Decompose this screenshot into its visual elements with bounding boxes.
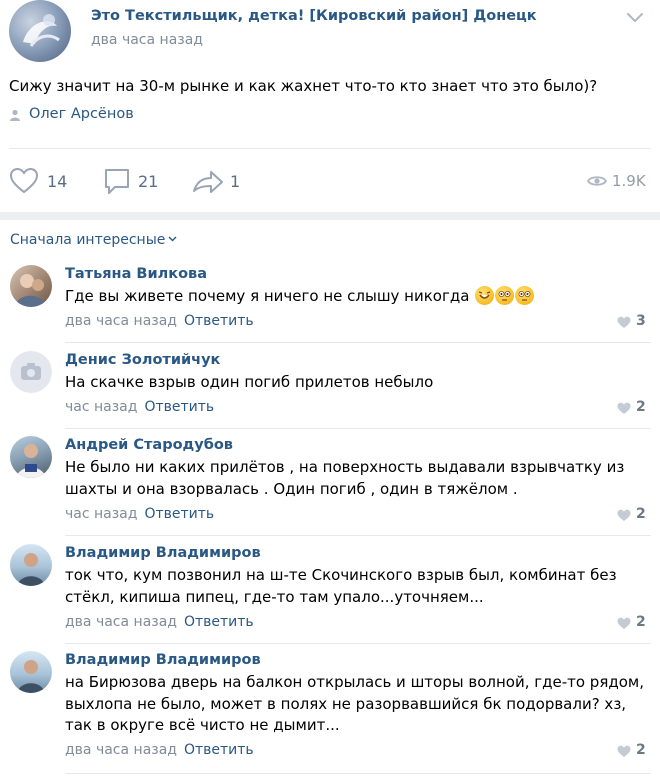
- rolling-on-floor-laughing-icon: [475, 286, 495, 305]
- comment-likes-count: 2: [636, 399, 646, 415]
- comment-likes-count: 3: [636, 313, 646, 329]
- views-count: 1.9K: [612, 172, 646, 190]
- group-avatar[interactable]: [9, 0, 71, 62]
- divider: [65, 773, 651, 774]
- heart-icon: [617, 509, 631, 521]
- group-name[interactable]: Это Текстильщик, детка! [Кировский район…: [91, 8, 537, 24]
- comment-item: Денис Золотийчук На скачке взрыв один по…: [0, 351, 660, 431]
- like-button[interactable]: 14: [9, 160, 69, 204]
- comment-text: Не было ни каких прилётов , на поверхнос…: [65, 458, 625, 498]
- flushed-face-icon: [515, 286, 535, 305]
- section-divider: [0, 212, 660, 220]
- share-button[interactable]: 1: [192, 160, 242, 204]
- flushed-face-icon: [495, 286, 515, 305]
- shares-count: 1: [230, 172, 241, 191]
- comment-item: Андрей Стародубов Не было ни каких прилё…: [0, 436, 660, 538]
- comment-likes-count: 2: [636, 742, 646, 758]
- reply-button[interactable]: Ответить: [184, 742, 254, 758]
- comment-time[interactable]: два часа назад: [65, 742, 177, 758]
- comment-text: На скачке взрыв один погиб прилетов небы…: [65, 373, 434, 391]
- avatar[interactable]: [10, 351, 52, 393]
- heart-icon: [9, 167, 39, 194]
- reply-button[interactable]: Ответить: [184, 313, 254, 329]
- author-name[interactable]: Олег Арсёнов: [29, 106, 134, 122]
- comment-meta: час назад Ответить: [65, 399, 214, 415]
- post-text: Сижу значит на 30-м рынке и как жахнет ч…: [9, 77, 598, 95]
- avatar[interactable]: [10, 436, 52, 478]
- heart-icon: [617, 745, 631, 757]
- heart-icon: [617, 617, 631, 629]
- likes-count: 14: [47, 172, 68, 191]
- post-actions: 14 21 1: [0, 160, 660, 204]
- comment-author[interactable]: Владимир Владимиров: [65, 652, 261, 668]
- comment-likes-count: 2: [636, 506, 646, 522]
- post-header: Это Текстильщик, детка! [Кировский район…: [0, 0, 660, 70]
- divider: [65, 428, 651, 429]
- comment-likes-count: 2: [636, 614, 646, 630]
- comment-text: Где вы живете почему я ничего не слышу н…: [65, 286, 650, 308]
- comment-author[interactable]: Татьяна Вилкова: [65, 266, 207, 282]
- comment-like-button[interactable]: 2: [617, 506, 647, 524]
- comment-like-button[interactable]: 2: [617, 399, 647, 417]
- comment-text: ток что, кум позвонил на ш-те Скочинског…: [65, 566, 617, 606]
- comment-meta: час назад Ответить: [65, 506, 214, 522]
- comments-count: 21: [138, 172, 159, 191]
- comment-meta: два часа назад Ответить: [65, 742, 254, 758]
- comment-like-button[interactable]: 2: [617, 614, 647, 632]
- user-icon: [10, 109, 20, 121]
- comment-time[interactable]: два часа назад: [65, 313, 177, 329]
- reply-button[interactable]: Ответить: [184, 614, 254, 630]
- comment-meta: два часа назад Ответить: [65, 614, 254, 630]
- comment-text-content: Где вы живете почему я ничего не слышу н…: [65, 287, 470, 305]
- comment-author[interactable]: Владимир Владимиров: [65, 545, 261, 561]
- views-counter: 1.9K: [587, 172, 647, 192]
- sort-dropdown[interactable]: Сначала интересные: [10, 232, 177, 248]
- comment-time[interactable]: час назад: [65, 506, 137, 522]
- comment-icon: [105, 169, 129, 194]
- camera-icon: [21, 363, 41, 380]
- comment-author[interactable]: Денис Золотийчук: [65, 352, 220, 368]
- comment-button[interactable]: 21: [103, 160, 163, 204]
- comment-item: Владимир Владимиров ток что, кум позвони…: [0, 544, 660, 646]
- reply-button[interactable]: Ответить: [144, 506, 214, 522]
- comment-time[interactable]: два часа назад: [65, 614, 177, 630]
- share-arrow-icon: [193, 171, 223, 193]
- chevron-down-icon: [168, 236, 177, 242]
- comment-like-button[interactable]: 2: [617, 742, 647, 760]
- avatar[interactable]: [10, 544, 52, 586]
- comment-like-button[interactable]: 3: [617, 313, 647, 331]
- comment-author[interactable]: Андрей Стародубов: [65, 437, 233, 453]
- comment-meta: два часа назад Ответить: [65, 313, 254, 329]
- reply-button[interactable]: Ответить: [144, 399, 214, 415]
- divider: [65, 535, 651, 536]
- post-time[interactable]: два часа назад: [91, 32, 203, 48]
- chevron-down-icon[interactable]: [625, 10, 645, 24]
- divider: [9, 148, 651, 149]
- comment-item: Татьяна Вилкова Где вы живете почему я н…: [0, 265, 660, 345]
- avatar[interactable]: [10, 265, 52, 307]
- divider: [65, 342, 651, 343]
- comment-text: на Бирюзова дверь на балкон открылась и …: [65, 673, 644, 734]
- heart-icon: [617, 402, 631, 414]
- comment-item: Владимир Владимиров на Бирюзова дверь на…: [0, 651, 660, 781]
- sort-label: Сначала интересные: [10, 232, 166, 248]
- avatar[interactable]: [10, 651, 52, 693]
- comment-time[interactable]: час назад: [65, 399, 137, 415]
- eye-icon: [587, 176, 607, 186]
- divider: [65, 643, 651, 644]
- heart-icon: [617, 316, 631, 328]
